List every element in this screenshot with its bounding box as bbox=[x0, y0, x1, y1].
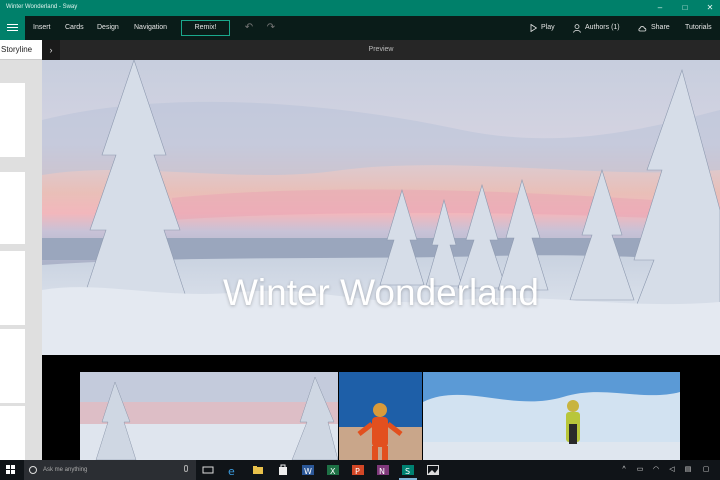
expand-chevron-icon[interactable]: › bbox=[42, 40, 60, 60]
storyline-card[interactable] bbox=[0, 83, 25, 157]
task-view-icon[interactable] bbox=[202, 464, 214, 476]
authors-label: Authors (1) bbox=[585, 24, 620, 31]
ribbon: Insert Cards Design Navigation Remix! ↶ … bbox=[0, 16, 720, 40]
windows-taskbar: Ask me anything e W X P N S ^ ▭ ◠ ◁ ▤ ▢ bbox=[0, 460, 720, 480]
close-icon[interactable]: ✕ bbox=[705, 3, 715, 13]
redo-icon[interactable]: ↷ bbox=[265, 22, 277, 34]
title-bar: Winter Wonderland - Sway – □ ✕ bbox=[0, 0, 720, 16]
thumbnail-child-orange-snowsuit[interactable] bbox=[339, 372, 422, 460]
hero-image: Winter Wonderland bbox=[42, 60, 720, 355]
store-icon[interactable] bbox=[277, 464, 289, 476]
menu-cards[interactable]: Cards bbox=[65, 24, 84, 31]
menu-insert[interactable]: Insert bbox=[33, 24, 51, 31]
play-button[interactable]: Play bbox=[530, 20, 555, 36]
menu-design[interactable]: Design bbox=[97, 24, 119, 31]
tutorials-label: Tutorials bbox=[685, 24, 712, 31]
window-title: Winter Wonderland - Sway bbox=[6, 4, 78, 10]
tutorials-button[interactable]: Tutorials bbox=[685, 20, 712, 36]
cortana-search-box[interactable]: Ask me anything bbox=[24, 460, 196, 480]
storyline-panel: Storyline bbox=[0, 40, 42, 460]
minimize-icon[interactable]: – bbox=[655, 3, 665, 13]
thumbnail-child-green-jacket[interactable] bbox=[423, 372, 680, 460]
sway-app-window: Winter Wonderland - Sway – □ ✕ Insert Ca… bbox=[0, 0, 720, 480]
sway-icon[interactable]: S bbox=[402, 464, 414, 476]
keyboard-icon[interactable]: ▤ bbox=[684, 466, 692, 474]
preview-area: Winter Wonderland bbox=[42, 60, 720, 460]
storyline-card[interactable] bbox=[0, 251, 25, 325]
storyline-label: Storyline bbox=[0, 40, 42, 60]
undo-icon[interactable]: ↶ bbox=[243, 22, 255, 34]
storyline-card[interactable] bbox=[0, 329, 25, 403]
thumbnail-winter-landscape[interactable] bbox=[80, 372, 338, 460]
storyline-card[interactable] bbox=[0, 172, 25, 244]
hero-title: Winter Wonderland bbox=[222, 272, 540, 313]
svg-text:N: N bbox=[379, 467, 385, 476]
share-label: Share bbox=[651, 24, 670, 31]
maximize-icon[interactable]: □ bbox=[680, 3, 690, 13]
edge-icon[interactable]: e bbox=[227, 464, 239, 476]
svg-text:X: X bbox=[330, 467, 336, 476]
preview-header: Preview › bbox=[42, 40, 720, 60]
wifi-icon[interactable]: ◠ bbox=[652, 466, 660, 474]
notifications-icon[interactable]: ▢ bbox=[702, 466, 710, 474]
preview-label: Preview bbox=[368, 46, 394, 53]
svg-text:e: e bbox=[228, 465, 235, 476]
child-sky-thumbnail-image bbox=[423, 372, 680, 460]
person-icon bbox=[573, 23, 581, 33]
file-explorer-icon[interactable] bbox=[252, 464, 264, 476]
share-button[interactable]: Share bbox=[638, 20, 670, 36]
cortana-icon bbox=[29, 466, 37, 474]
child-photo-thumbnail-image bbox=[339, 372, 422, 460]
hamburger-menu-icon[interactable] bbox=[0, 16, 25, 40]
svg-text:P: P bbox=[355, 467, 360, 476]
share-icon bbox=[638, 26, 647, 32]
svg-text:W: W bbox=[304, 467, 312, 476]
remix-button[interactable]: Remix! bbox=[181, 20, 230, 36]
winter-landscape-thumbnail-image bbox=[80, 372, 338, 460]
network-icon[interactable]: ▭ bbox=[636, 466, 644, 474]
excel-icon[interactable]: X bbox=[327, 464, 339, 476]
microphone-icon[interactable] bbox=[184, 465, 188, 472]
photos-icon[interactable] bbox=[427, 464, 439, 476]
svg-text:S: S bbox=[405, 467, 410, 476]
play-label: Play bbox=[541, 24, 555, 31]
chevron-up-icon[interactable]: ^ bbox=[620, 466, 628, 474]
authors-button[interactable]: Authors (1) bbox=[573, 20, 620, 36]
onenote-icon[interactable]: N bbox=[377, 464, 389, 476]
play-icon bbox=[530, 24, 537, 32]
menu-navigation[interactable]: Navigation bbox=[134, 24, 167, 31]
search-placeholder: Ask me anything bbox=[43, 467, 88, 473]
volume-icon[interactable]: ◁ bbox=[668, 466, 676, 474]
powerpoint-icon[interactable]: P bbox=[352, 464, 364, 476]
windows-start-icon[interactable] bbox=[6, 465, 16, 475]
storyline-card[interactable] bbox=[0, 406, 25, 460]
word-icon[interactable]: W bbox=[302, 464, 314, 476]
